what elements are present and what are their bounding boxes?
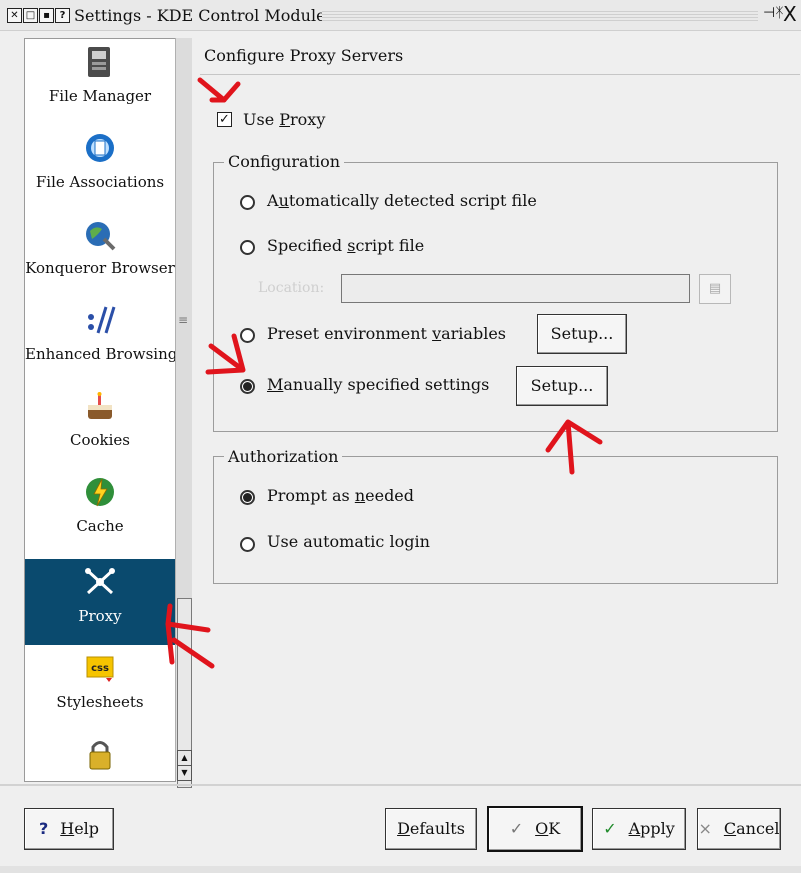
annotation-arrow [205,333,246,375]
kde-control-module-window: ✕ □ ▪ ? Settings - KDE Control Module ⊣ᛡ… [0,0,801,873]
annotation-arrows [165,77,603,669]
annotation-arrow [197,77,241,103]
annotation-arrow [545,419,603,475]
annotation-arrow [165,603,215,669]
